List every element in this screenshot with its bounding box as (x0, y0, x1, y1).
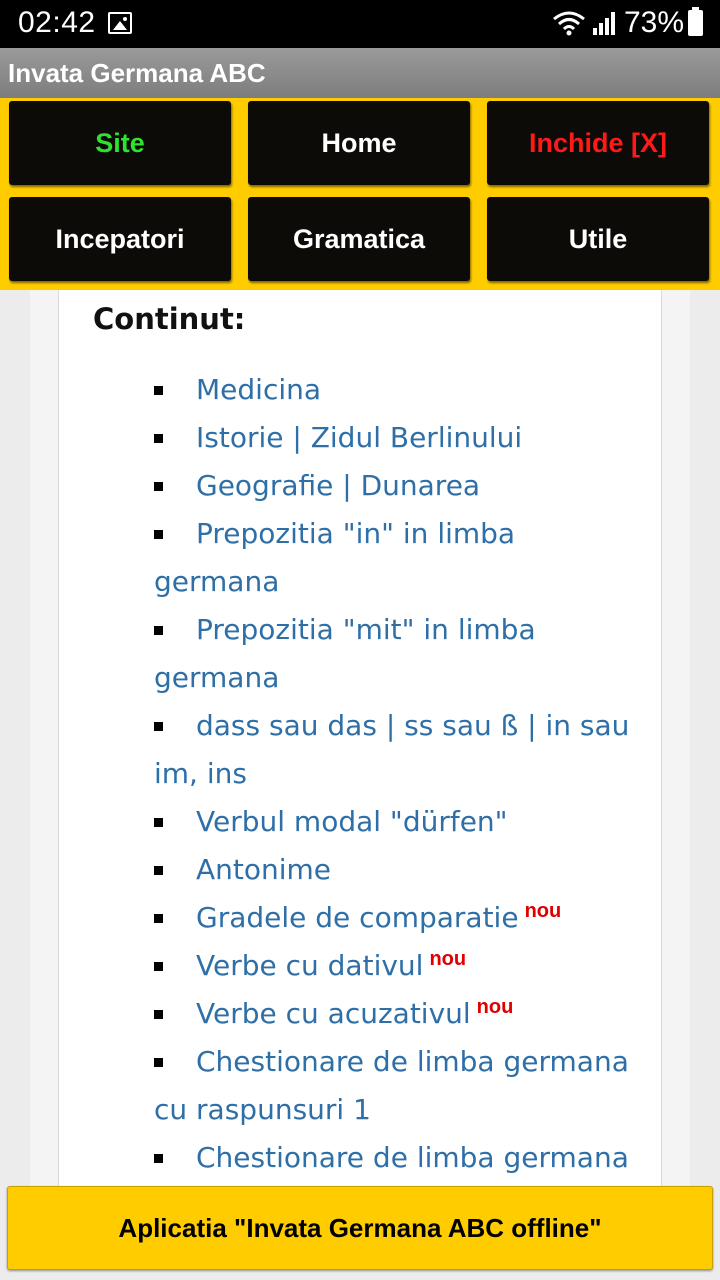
list-item: Verbul modal "dürfen" (154, 798, 634, 846)
list-item: Prepozitia "mit" in limba germana (154, 606, 634, 702)
list-item: dass sau das | ss sau ß | in sau im, ins (154, 702, 634, 798)
useful-button[interactable]: Utile (487, 197, 709, 281)
bullet-icon (154, 482, 163, 491)
app-title: Invata Germana ABC (8, 58, 266, 88)
close-button[interactable]: Inchide [X] (487, 101, 709, 185)
bullet-icon (154, 530, 163, 539)
site-button[interactable]: Site (9, 101, 231, 185)
list-link[interactable]: Istorie | Zidul Berlinului (196, 421, 522, 454)
bullet-icon (154, 1010, 163, 1019)
list-link[interactable]: dass sau das | ss sau ß | in sau im, ins (154, 709, 629, 790)
list-link[interactable]: Verbe cu acuzativul (196, 997, 471, 1030)
table-of-contents: Medicina Istorie | Zidul Berlinului Geog… (154, 366, 634, 1230)
list-link[interactable]: Medicina (196, 373, 321, 406)
nav-panel: Site Home Inchide [X] Incepatori Gramati… (0, 98, 720, 290)
bullet-icon (154, 1154, 163, 1163)
list-item: Prepozitia "in" in limba germana (154, 510, 634, 606)
bullet-icon (154, 962, 163, 971)
bullet-icon (154, 386, 163, 395)
list-link[interactable]: Antonime (196, 853, 331, 886)
new-badge: nou (524, 899, 562, 922)
list-link[interactable]: Chestionare de limba germana cu raspunsu… (154, 1045, 629, 1126)
list-item: Verbe cu acuzativul nou (154, 990, 634, 1038)
list-link[interactable]: Verbul modal "dürfen" (196, 805, 508, 838)
battery-icon (688, 7, 703, 36)
status-bar: 02:42 73% (0, 0, 720, 48)
bullet-icon (154, 818, 163, 827)
battery-percent: 73% (624, 6, 685, 39)
list-link[interactable]: Prepozitia "mit" in limba germana (154, 613, 536, 694)
app-bar: Invata Germana ABC (0, 48, 720, 98)
bullet-icon (154, 626, 163, 635)
list-item: Medicina (154, 366, 634, 414)
list-link[interactable]: Prepozitia "in" in limba germana (154, 517, 515, 598)
signal-icon (593, 12, 615, 35)
grammar-button[interactable]: Gramatica (248, 197, 470, 281)
status-time: 02:42 (18, 6, 96, 39)
new-badge: nou (476, 995, 514, 1018)
list-item: Chestionare de limba germana cu raspunsu… (154, 1038, 634, 1134)
bullet-icon (154, 866, 163, 875)
bullet-icon (154, 914, 163, 923)
list-link[interactable]: Verbe cu dativul (196, 949, 423, 982)
new-badge: nou (429, 947, 467, 970)
list-link[interactable]: Geografie | Dunarea (196, 469, 480, 502)
content-heading: Continut: (93, 302, 246, 336)
wifi-icon (553, 11, 585, 36)
list-item: Istorie | Zidul Berlinului (154, 414, 634, 462)
image-icon (108, 12, 132, 34)
bullet-icon (154, 722, 163, 731)
list-item: Antonime (154, 846, 634, 894)
home-button[interactable]: Home (248, 101, 470, 185)
list-item: Gradele de comparatie nou (154, 894, 634, 942)
list-item: Verbe cu dativul nou (154, 942, 634, 990)
bullet-icon (154, 1058, 163, 1067)
list-item: Geografie | Dunarea (154, 462, 634, 510)
offline-app-banner[interactable]: Aplicatia "Invata Germana ABC offline" (7, 1186, 713, 1270)
list-link[interactable]: Gradele de comparatie (196, 901, 519, 934)
bullet-icon (154, 434, 163, 443)
beginners-button[interactable]: Incepatori (9, 197, 231, 281)
